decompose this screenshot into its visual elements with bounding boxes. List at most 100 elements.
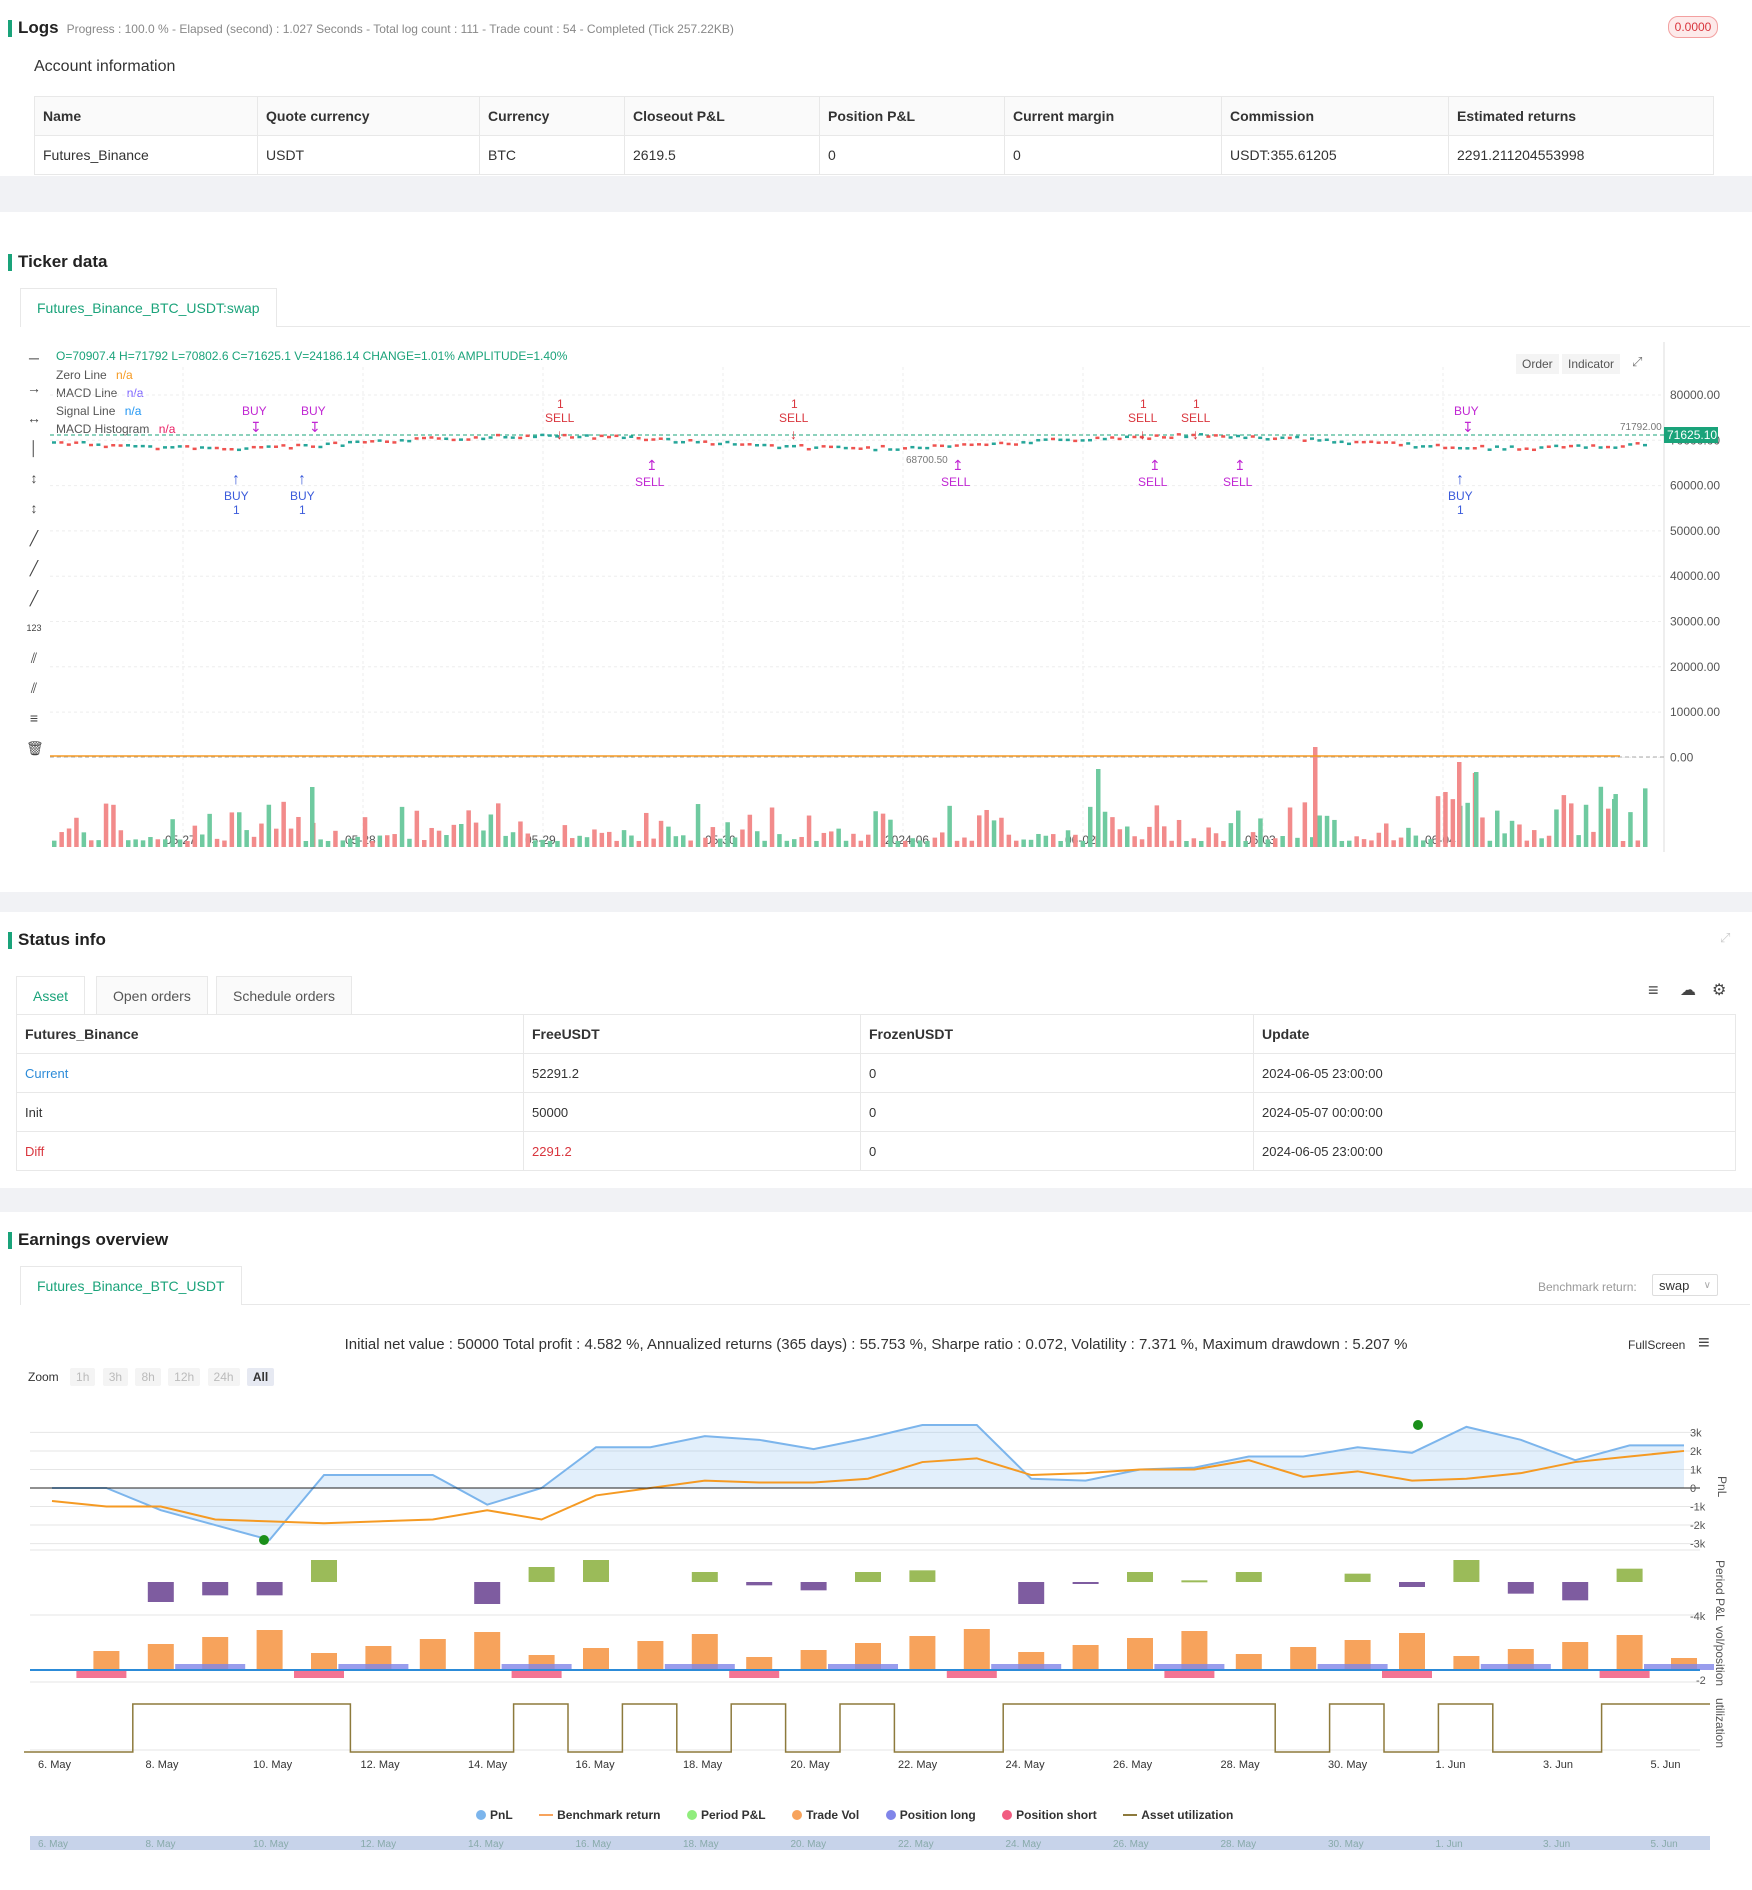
candle: [466, 438, 471, 441]
candlesticks: [52, 433, 1647, 452]
legend-position-long[interactable]: Position long: [885, 1808, 976, 1822]
legend-trade-vol[interactable]: Trade Vol: [792, 1808, 859, 1822]
trade-vol-bar: [1616, 1635, 1643, 1670]
volume-bar: [1280, 836, 1285, 847]
volume-bar: [769, 807, 775, 847]
period-pnl-bar: [800, 1582, 827, 1591]
volume-bar: [1206, 827, 1211, 847]
earnings-chart[interactable]: 3k 2k 1k 0 -1k -2k -3k PnL -4k Period P&L -2 v…: [0, 1400, 1752, 1870]
benchmark-value: swap: [1659, 1278, 1690, 1293]
volume-bar: [126, 840, 131, 847]
list-icon[interactable]: ≡: [1648, 980, 1659, 1001]
settings-icon[interactable]: ⚙: [1712, 980, 1726, 1000]
volume-bar: [703, 837, 708, 847]
cloud-icon[interactable]: ☁: [1680, 980, 1696, 1000]
volume-bar: [1643, 788, 1648, 847]
tab-asset[interactable]: Asset: [16, 976, 86, 1015]
volume-bar: [348, 838, 353, 847]
navigator-x-tick: 22. May: [898, 1839, 934, 1850]
volume-bar: [229, 812, 235, 847]
period-pnl-bar: [1127, 1572, 1153, 1582]
volume-bar: [288, 828, 294, 847]
candle: [1384, 441, 1388, 444]
navigator-x-tick: 24. May: [1006, 1839, 1042, 1850]
volume-bar: [1250, 832, 1256, 847]
benchmark-select[interactable]: swap ∨: [1652, 1274, 1718, 1296]
candle: [614, 434, 619, 438]
position-short-bar: [76, 1670, 127, 1678]
volume-bar: [281, 801, 286, 847]
zoom-12h[interactable]: 12h: [168, 1368, 201, 1386]
legend-position-short[interactable]: Position short: [1002, 1808, 1097, 1822]
sell-qty: 1: [557, 397, 564, 411]
volume-bar: [533, 840, 538, 847]
tab-earnings-pair[interactable]: Futures_Binance_BTC_USDT: [20, 1266, 242, 1305]
volume-bar: [777, 834, 782, 847]
volume-bar: [1313, 747, 1318, 847]
legend-pnl[interactable]: PnL: [476, 1808, 513, 1822]
candle: [769, 444, 774, 447]
earnings-panel: Earnings overview Futures_Binance_BTC_US…: [0, 1212, 1752, 1890]
volume-bar: [155, 839, 161, 847]
candle: [888, 448, 893, 451]
trade-vol-bar: [746, 1657, 773, 1670]
volume-bar: [784, 840, 790, 847]
sell-qty: 1: [1140, 397, 1147, 411]
legend-benchmark[interactable]: Benchmark return: [539, 1808, 661, 1822]
volume-bar: [59, 832, 64, 847]
volume-bar: [614, 840, 619, 847]
volume-bar: [555, 840, 560, 847]
collapse-icon[interactable]: ⤢: [1720, 930, 1730, 946]
volume-bar: [895, 840, 901, 847]
candle: [1406, 442, 1411, 445]
zoom-24h[interactable]: 24h: [207, 1368, 240, 1386]
candle: [385, 440, 389, 443]
legend-period-pnl[interactable]: Period P&L: [686, 1808, 766, 1822]
sell-label: SELL: [1181, 411, 1211, 425]
zoom-8h[interactable]: 8h: [135, 1368, 161, 1386]
candle: [325, 442, 330, 446]
trade-vol-bar: [583, 1648, 609, 1670]
price-y-tick: 80000.00: [1670, 388, 1720, 402]
candle: [436, 437, 441, 440]
volume-bar: [1295, 837, 1300, 847]
legend-asset-utilization[interactable]: Asset utilization: [1123, 1808, 1233, 1822]
candle: [333, 441, 338, 445]
volume-bar: [185, 840, 190, 847]
price-chart[interactable]: 80000.0070000.0060000.0050000.0040000.00…: [0, 342, 1752, 862]
axis-title-pnl: PnL: [1715, 1476, 1729, 1498]
volume-bar: [296, 816, 301, 847]
zoom-1h[interactable]: 1h: [70, 1368, 96, 1386]
volume-bar: [1073, 834, 1078, 847]
tab-schedule-orders[interactable]: Schedule orders: [216, 976, 352, 1015]
volume-bar: [222, 840, 227, 847]
volume-bar: [710, 827, 716, 847]
candle: [1613, 446, 1618, 449]
position-short-bar: [294, 1670, 344, 1678]
volume-bar: [1147, 826, 1152, 847]
candle: [399, 439, 404, 442]
high-label: 71792.00: [1620, 422, 1662, 433]
volume-bar: [940, 832, 945, 847]
volume-bar: [740, 829, 745, 847]
fullscreen-button[interactable]: FullScreen: [1628, 1338, 1685, 1352]
zoom-3h[interactable]: 3h: [102, 1368, 129, 1386]
candle: [984, 443, 989, 447]
cell-current-update: 2024-06-05 23:00:00: [1253, 1053, 1736, 1093]
candle: [636, 436, 641, 440]
candle: [66, 443, 71, 446]
volume-bar: [1080, 840, 1086, 847]
volume-bar: [1117, 829, 1123, 847]
tab-ticker-swap[interactable]: Futures_Binance_BTC_USDT:swap: [20, 288, 277, 327]
price-y-tick: 30000.00: [1670, 615, 1720, 629]
volume-bar: [303, 840, 309, 847]
candle: [858, 447, 863, 450]
volume-bar: [1139, 839, 1145, 847]
tab-open-orders[interactable]: Open orders: [96, 976, 208, 1015]
header-update: Update: [1253, 1014, 1736, 1054]
zoom-all[interactable]: All: [246, 1368, 275, 1386]
menu-icon[interactable]: ≡: [1698, 1332, 1710, 1355]
sell-label: SELL: [545, 411, 575, 425]
candle: [170, 446, 175, 449]
sell-close-label: SELL: [1223, 475, 1253, 489]
